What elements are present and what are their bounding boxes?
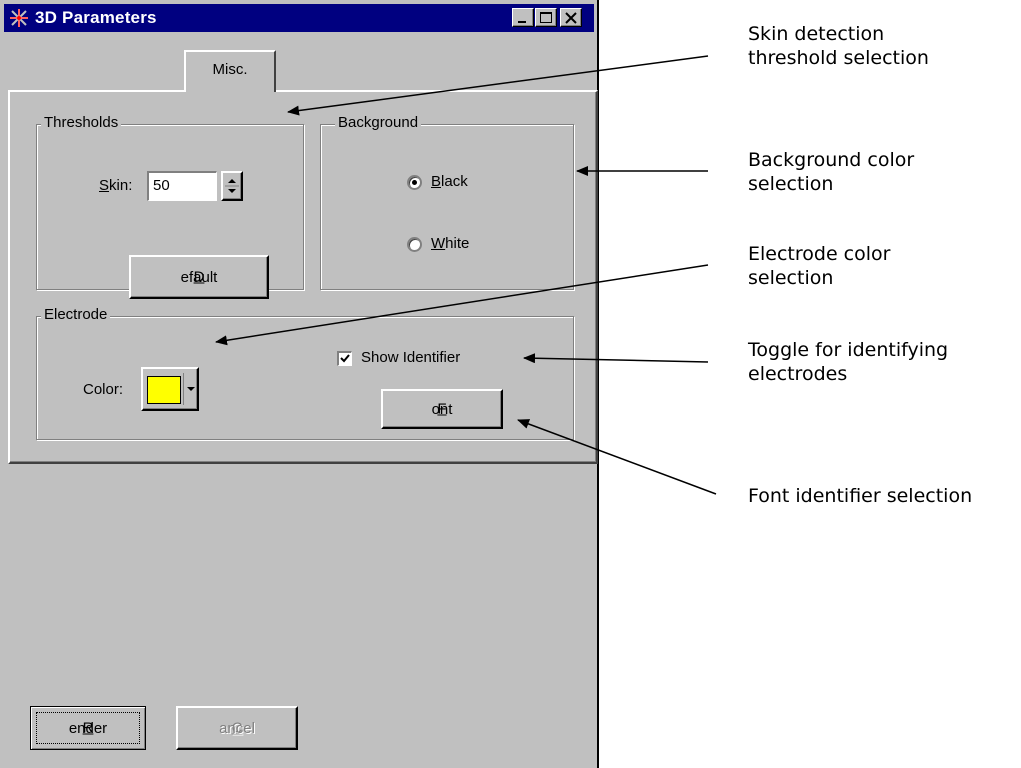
annotation-font-identifier: Font identifier selection <box>748 485 973 507</box>
arrow-font-identifier <box>517 419 717 495</box>
annotation-show-identifier: Toggle for identifying electrodes <box>748 339 949 385</box>
arrow-skin-threshold <box>287 55 709 116</box>
annotation-background-color: Background color selection <box>748 149 915 195</box>
tab-misc-label: Misc. <box>212 61 248 78</box>
arrow-electrode-color <box>215 264 709 346</box>
annotation-electrode-color: Electrode color selection <box>748 243 891 289</box>
tab-misc[interactable]: Misc. <box>184 50 276 92</box>
annotation-skin-threshold: Skin detection threshold selection <box>748 23 929 69</box>
arrow-show-identifier <box>523 353 709 364</box>
